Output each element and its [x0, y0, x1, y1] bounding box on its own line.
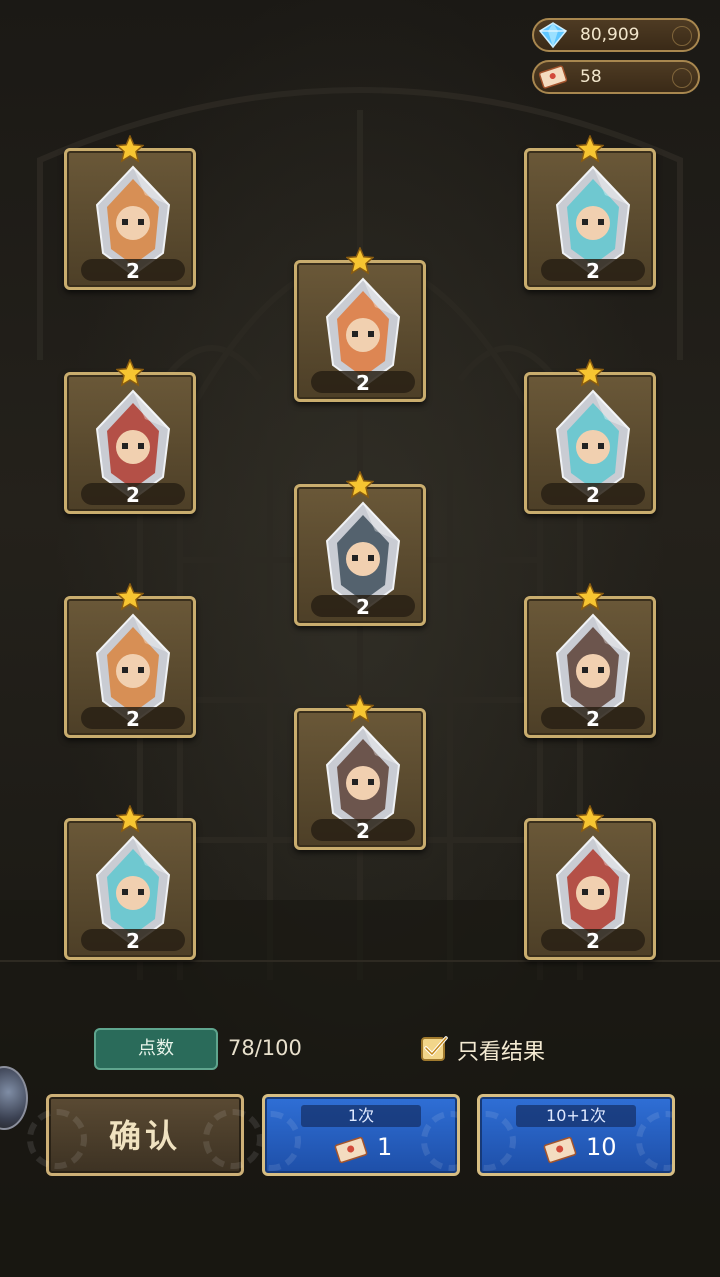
- hero-level: 2: [311, 595, 415, 619]
- result-only-label[interactable]: 只看结果: [457, 1034, 545, 1066]
- diamond-icon: [538, 21, 568, 49]
- ticket-icon: [543, 1136, 577, 1164]
- ticket-balance: 58: [532, 60, 700, 94]
- points-value: 78/100: [228, 1036, 302, 1060]
- gear-icon: [480, 1111, 516, 1171]
- hero-level: 2: [311, 819, 415, 843]
- star-icon: [576, 805, 604, 833]
- hero-card-red-hair-pilot[interactable]: 2: [294, 247, 426, 402]
- star-icon: [346, 247, 374, 275]
- hero-card-bearded-dwarf[interactable]: 2: [64, 359, 196, 514]
- star-icon: [346, 471, 374, 499]
- hero-card-bearded-dwarf[interactable]: 2: [524, 805, 656, 960]
- hero-level: 2: [81, 707, 185, 731]
- star-icon: [576, 135, 604, 163]
- hero-level: 2: [541, 259, 645, 283]
- hero-card-hat-knight[interactable]: 2: [294, 695, 426, 850]
- checkmark-icon: [421, 1036, 448, 1061]
- star-icon: [116, 583, 144, 611]
- gear-icon: [636, 1111, 672, 1171]
- star-icon: [346, 695, 374, 723]
- pull-ten-cost: 10: [586, 1133, 617, 1161]
- deco-ring: [672, 68, 692, 88]
- hero-level: 2: [81, 483, 185, 507]
- star-icon: [116, 805, 144, 833]
- hero-card-ice-spirit[interactable]: 2: [64, 805, 196, 960]
- hero-level: 2: [541, 483, 645, 507]
- result-only-checkbox[interactable]: [420, 1034, 448, 1062]
- pull-ten-button[interactable]: 10+1次 10: [477, 1094, 675, 1176]
- star-icon: [116, 359, 144, 387]
- confirm-button[interactable]: 确认: [27, 1094, 263, 1176]
- deco-ring: [672, 26, 692, 46]
- star-icon: [576, 583, 604, 611]
- gem-count: 80,909: [580, 25, 640, 45]
- hero-level: 2: [81, 929, 185, 953]
- hero-level: 2: [541, 929, 645, 953]
- hero-card-ice-spirit[interactable]: 2: [524, 135, 656, 290]
- hero-level: 2: [541, 707, 645, 731]
- pull-once-cost: 1: [377, 1133, 393, 1161]
- hero-level: 2: [311, 371, 415, 395]
- pull-ten-title: 10+1次: [516, 1105, 636, 1127]
- star-icon: [576, 359, 604, 387]
- gear-icon: [265, 1111, 301, 1171]
- hero-card-hat-knight[interactable]: 2: [524, 583, 656, 738]
- confirm-label: 确认: [108, 1117, 181, 1155]
- pull-once-button[interactable]: 1次 1: [262, 1094, 460, 1176]
- hero-card-ice-spirit[interactable]: 2: [524, 359, 656, 514]
- gear-icon: [421, 1111, 457, 1171]
- star-icon: [116, 135, 144, 163]
- hero-level: 2: [81, 259, 185, 283]
- hero-card-fox[interactable]: 2: [64, 135, 196, 290]
- ticket-icon: [538, 63, 568, 91]
- hero-card-fox[interactable]: 2: [64, 583, 196, 738]
- pull-once-title: 1次: [301, 1105, 421, 1127]
- ticket-count: 58: [580, 67, 602, 87]
- points-label: 点数: [94, 1028, 218, 1070]
- hero-card-pirate-girl[interactable]: 2: [294, 471, 426, 626]
- ticket-icon: [334, 1136, 368, 1164]
- gem-balance: 80,909: [532, 18, 700, 52]
